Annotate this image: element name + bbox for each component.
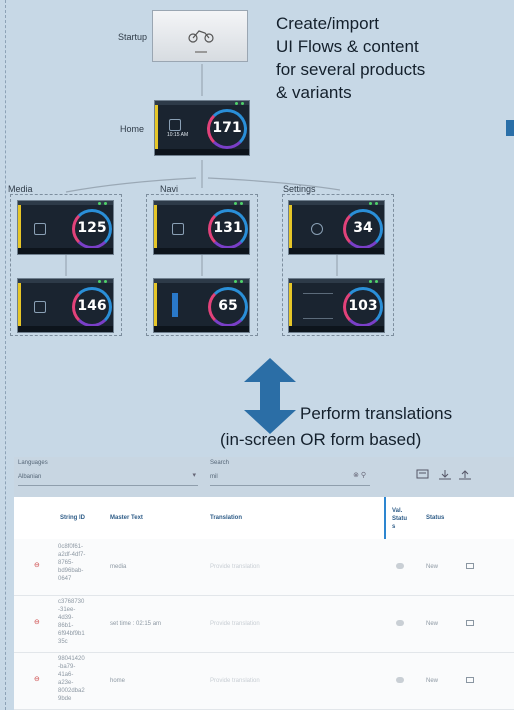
row-master-text: media: [110, 564, 127, 570]
double-arrow-icon: [244, 358, 296, 434]
media-speed-1: 125: [77, 220, 107, 236]
row-string-id: 0c8f0f61- a2df-4df7- 8765- bd96bab- 0647: [58, 544, 86, 582]
translation-form: Languages Albanian ▾ Search mil ⊗ ⚲ Stri…: [14, 457, 514, 710]
language-value: Albanian: [18, 474, 42, 480]
translation-table: String ID Master Text Translation Val. S…: [14, 497, 514, 710]
row-master-text: home: [110, 678, 126, 684]
delete-icon[interactable]: ⊖: [34, 618, 40, 626]
col-translation: Translation: [210, 515, 243, 521]
table-row[interactable]: ⊖ c3768730 -31ee- 4d39- 86b1- 6f94bf9b1 …: [14, 596, 514, 653]
delete-icon[interactable]: ⊖: [34, 561, 40, 569]
row-status: New: [426, 678, 439, 684]
val-status-indicator: [396, 563, 404, 569]
search-value: mil: [210, 474, 218, 480]
search-input[interactable]: mil ⊗ ⚲: [210, 469, 370, 486]
download-icon[interactable]: [438, 469, 452, 481]
row-translation-input[interactable]: Provide translation: [210, 620, 260, 628]
motorcycle-icon: [188, 30, 214, 53]
connector-home-settings: [207, 177, 341, 191]
navi-screen-1[interactable]: 131: [153, 200, 250, 255]
group-label-settings: Settings: [283, 184, 316, 194]
settings-screen-2[interactable]: 103: [288, 278, 385, 333]
settings-gear-icon: [311, 223, 323, 235]
table-header: String ID Master Text Translation Val. S…: [14, 497, 514, 540]
media-speed-2: 146: [77, 298, 107, 314]
row-master-text: set time : 02:15 am: [110, 621, 162, 627]
settings-speed-1: 34: [353, 220, 373, 236]
group-label-navi: Navi: [160, 184, 179, 194]
table-row[interactable]: ⊖ 98041420 -ba79- 41a6- a23e- 8002dba2 9…: [14, 653, 514, 710]
settings-speed-2: 103: [348, 298, 378, 314]
comment-icon[interactable]: [466, 563, 474, 569]
navi-speed-2: 65: [218, 298, 238, 314]
row-status: New: [426, 621, 439, 627]
row-string-id: 98041420 -ba79- 41a6- a23e- 8002dba2 9bd…: [58, 656, 85, 702]
col-status: Status: [426, 515, 445, 521]
col-master-text: Master Text: [110, 515, 143, 521]
startup-screen[interactable]: [152, 10, 248, 62]
media-screen-2[interactable]: 146: [17, 278, 114, 333]
upload-icon[interactable]: [458, 469, 472, 481]
comment-icon[interactable]: [466, 620, 474, 626]
search-icon: ⊗ ⚲: [353, 472, 366, 479]
search-label: Search: [210, 460, 230, 466]
home-time: 10:15 AM: [167, 132, 189, 138]
home-speed: 171: [212, 120, 242, 136]
navi-screen-2[interactable]: 65: [153, 278, 250, 333]
val-status-indicator: [396, 620, 404, 626]
val-status-indicator: [396, 677, 404, 683]
col-string-id: String ID: [60, 515, 85, 521]
delete-icon[interactable]: ⊖: [34, 675, 40, 683]
caption-bottom-line1: Perform translations: [300, 404, 453, 423]
language-select[interactable]: Albanian ▾: [18, 469, 198, 486]
row-translation-input[interactable]: Provide translation: [210, 677, 260, 685]
settings-screen-1[interactable]: 34: [288, 200, 385, 255]
caption-top: Create/import UI Flows & content for sev…: [276, 14, 426, 102]
media-screen-1[interactable]: 125: [17, 200, 114, 255]
home-label: Home: [120, 124, 145, 134]
col-val-status: Val. Statu s: [392, 508, 407, 530]
table-row[interactable]: ⊖ 0c8f0f61- a2df-4df7- 8765- bd96bab- 06…: [14, 539, 514, 596]
group-label-media: Media: [8, 184, 33, 194]
comment-icon[interactable]: [466, 677, 474, 683]
languages-label: Languages: [18, 460, 48, 466]
music-icon: [34, 223, 46, 235]
row-translation-input[interactable]: Provide translation: [210, 563, 260, 571]
navi-speed-1: 131: [213, 220, 243, 236]
startup-label: Startup: [118, 32, 148, 42]
chevron-down-icon: ▾: [192, 472, 196, 479]
row-string-id: c3768730 -31ee- 4d39- 86b1- 6f94bf9b1 35…: [58, 599, 85, 645]
home-screen[interactable]: 10:15 AM 171: [154, 100, 250, 156]
caption-bottom-line2: (in-screen OR form based): [220, 430, 422, 449]
screen-view-icon[interactable]: [416, 469, 430, 481]
row-status: New: [426, 564, 439, 570]
